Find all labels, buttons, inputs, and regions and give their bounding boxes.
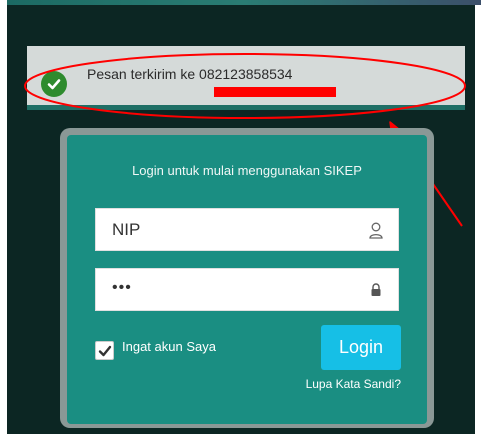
nip-placeholder: NIP [112,220,141,239]
login-button[interactable]: Login [321,325,401,370]
login-card: Login untuk mulai menggunakan SIKEP NIP … [67,135,427,424]
lock-icon [371,283,381,296]
remember-label: Ingat akun Saya [122,339,216,354]
remember-me[interactable]: Ingat akun Saya [95,339,216,360]
success-alert: Pesan terkirim ke 082123858534 [27,46,465,110]
check-circle-icon [41,71,67,97]
forgot-password-link[interactable]: Lupa Kata Sandi? [306,377,401,391]
redaction-bar [214,87,336,97]
alert-message: Pesan terkirim ke 082123858534 [87,66,293,82]
login-title: Login untuk mulai menggunakan SIKEP [132,163,362,178]
password-value: ••• [112,279,132,296]
nip-input[interactable]: NIP [95,208,399,251]
user-icon [369,222,383,239]
checkmark-icon [98,345,111,356]
password-input[interactable]: ••• [95,268,399,311]
remember-checkbox[interactable] [95,341,114,360]
screenshot: Pesan terkirim ke 082123858534 Login unt… [0,0,481,434]
